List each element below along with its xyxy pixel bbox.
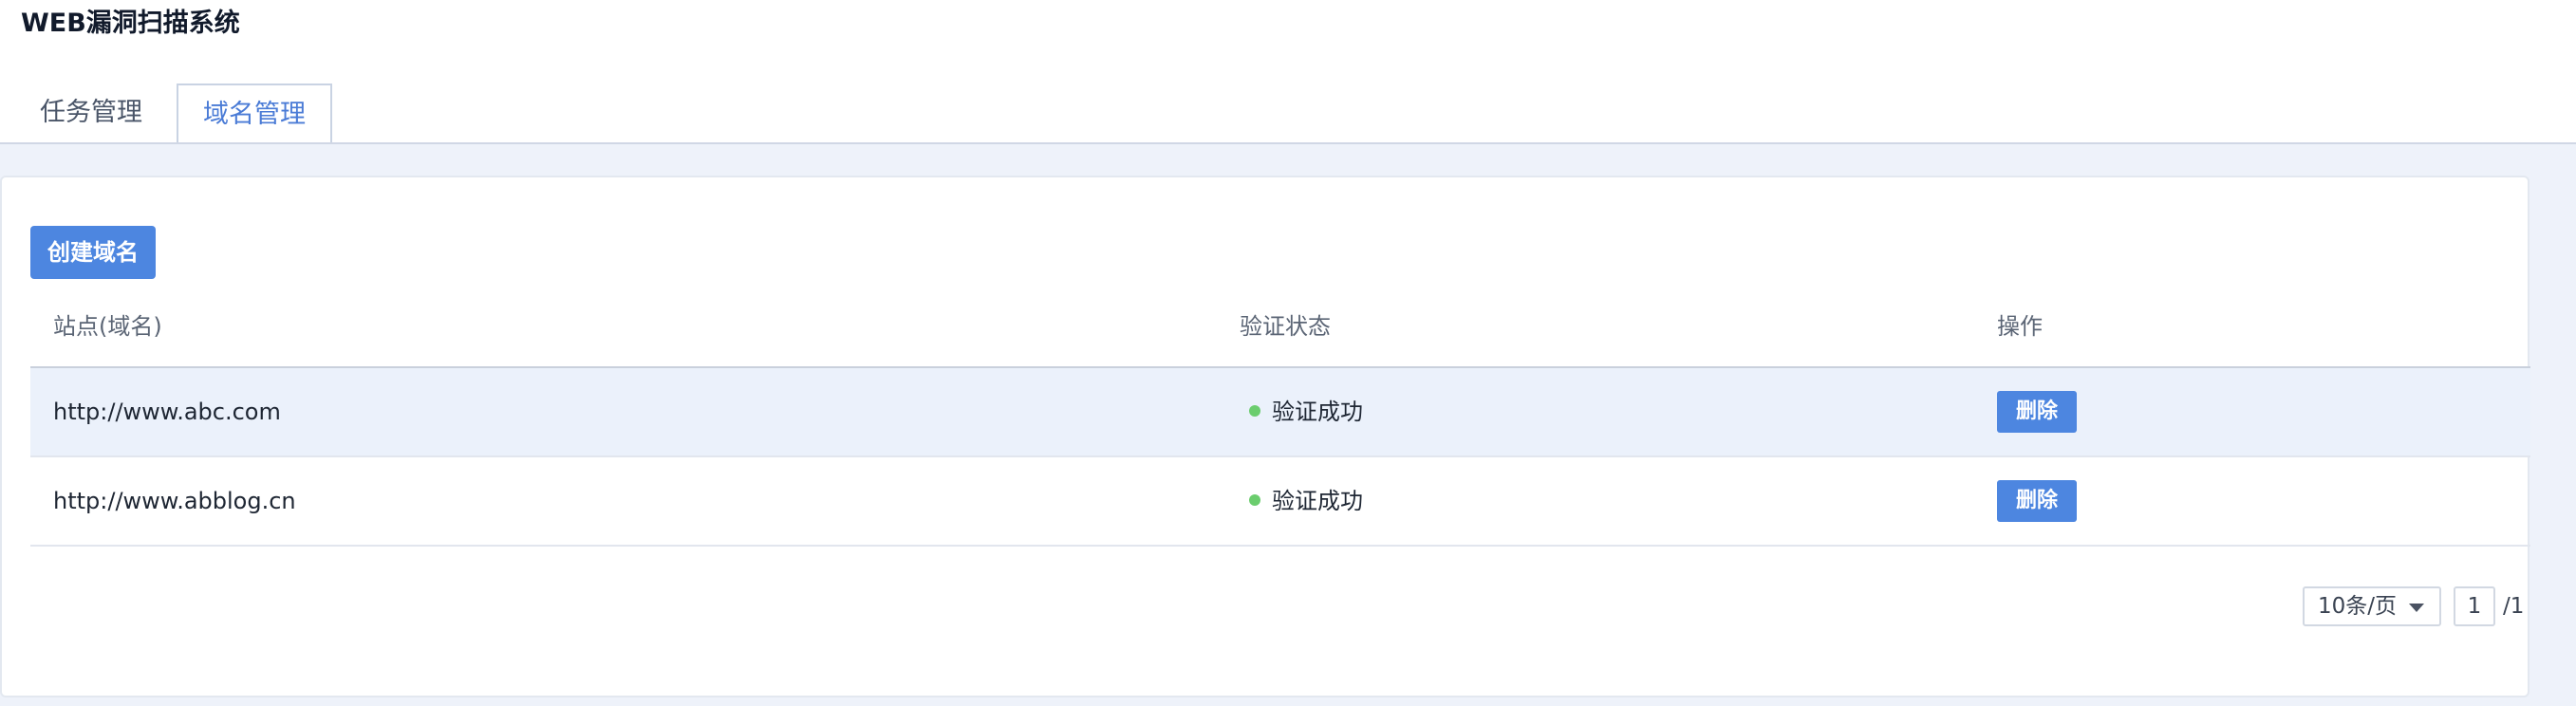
status-cell: 验证成功 xyxy=(1249,368,1363,455)
table-row[interactable]: http://www.abblog.cn 验证成功 删除 xyxy=(30,457,2530,547)
status-text: 验证成功 xyxy=(1272,488,1363,514)
site-url: http://www.abblog.cn xyxy=(53,488,296,514)
delete-button[interactable]: 删除 xyxy=(1997,480,2077,522)
column-header-actions: 操作 xyxy=(1997,313,2043,340)
tab-domain-management[interactable]: 域名管理 xyxy=(177,84,332,144)
page-number-input[interactable]: 1 xyxy=(2454,586,2495,626)
site-url: http://www.abc.com xyxy=(53,399,281,425)
status-text: 验证成功 xyxy=(1272,399,1363,425)
domain-table: 站点(域名) 验证状态 操作 http://www.abc.com 验证成功 删… xyxy=(30,290,2530,547)
table-row[interactable]: http://www.abc.com 验证成功 删除 xyxy=(30,368,2530,457)
delete-button[interactable]: 删除 xyxy=(1997,391,2077,433)
tab-task-management[interactable]: 任务管理 xyxy=(23,84,159,142)
tab-bar: 任务管理 域名管理 xyxy=(0,82,2576,144)
app-title: WEB漏洞扫描系统 xyxy=(21,9,240,38)
column-header-status: 验证状态 xyxy=(1240,313,1331,340)
page-total: /1 xyxy=(2503,594,2525,619)
status-cell: 验证成功 xyxy=(1249,457,1363,545)
success-dot-icon xyxy=(1249,494,1260,506)
column-header-site: 站点(域名) xyxy=(53,313,162,340)
page-size-select[interactable]: 10条/页 xyxy=(2303,586,2441,626)
create-domain-button[interactable]: 创建域名 xyxy=(30,226,156,279)
success-dot-icon xyxy=(1249,405,1260,417)
table-header: 站点(域名) 验证状态 操作 xyxy=(30,290,2530,368)
page-size-label: 10条/页 xyxy=(2318,594,2398,619)
chevron-down-icon xyxy=(2409,604,2424,612)
